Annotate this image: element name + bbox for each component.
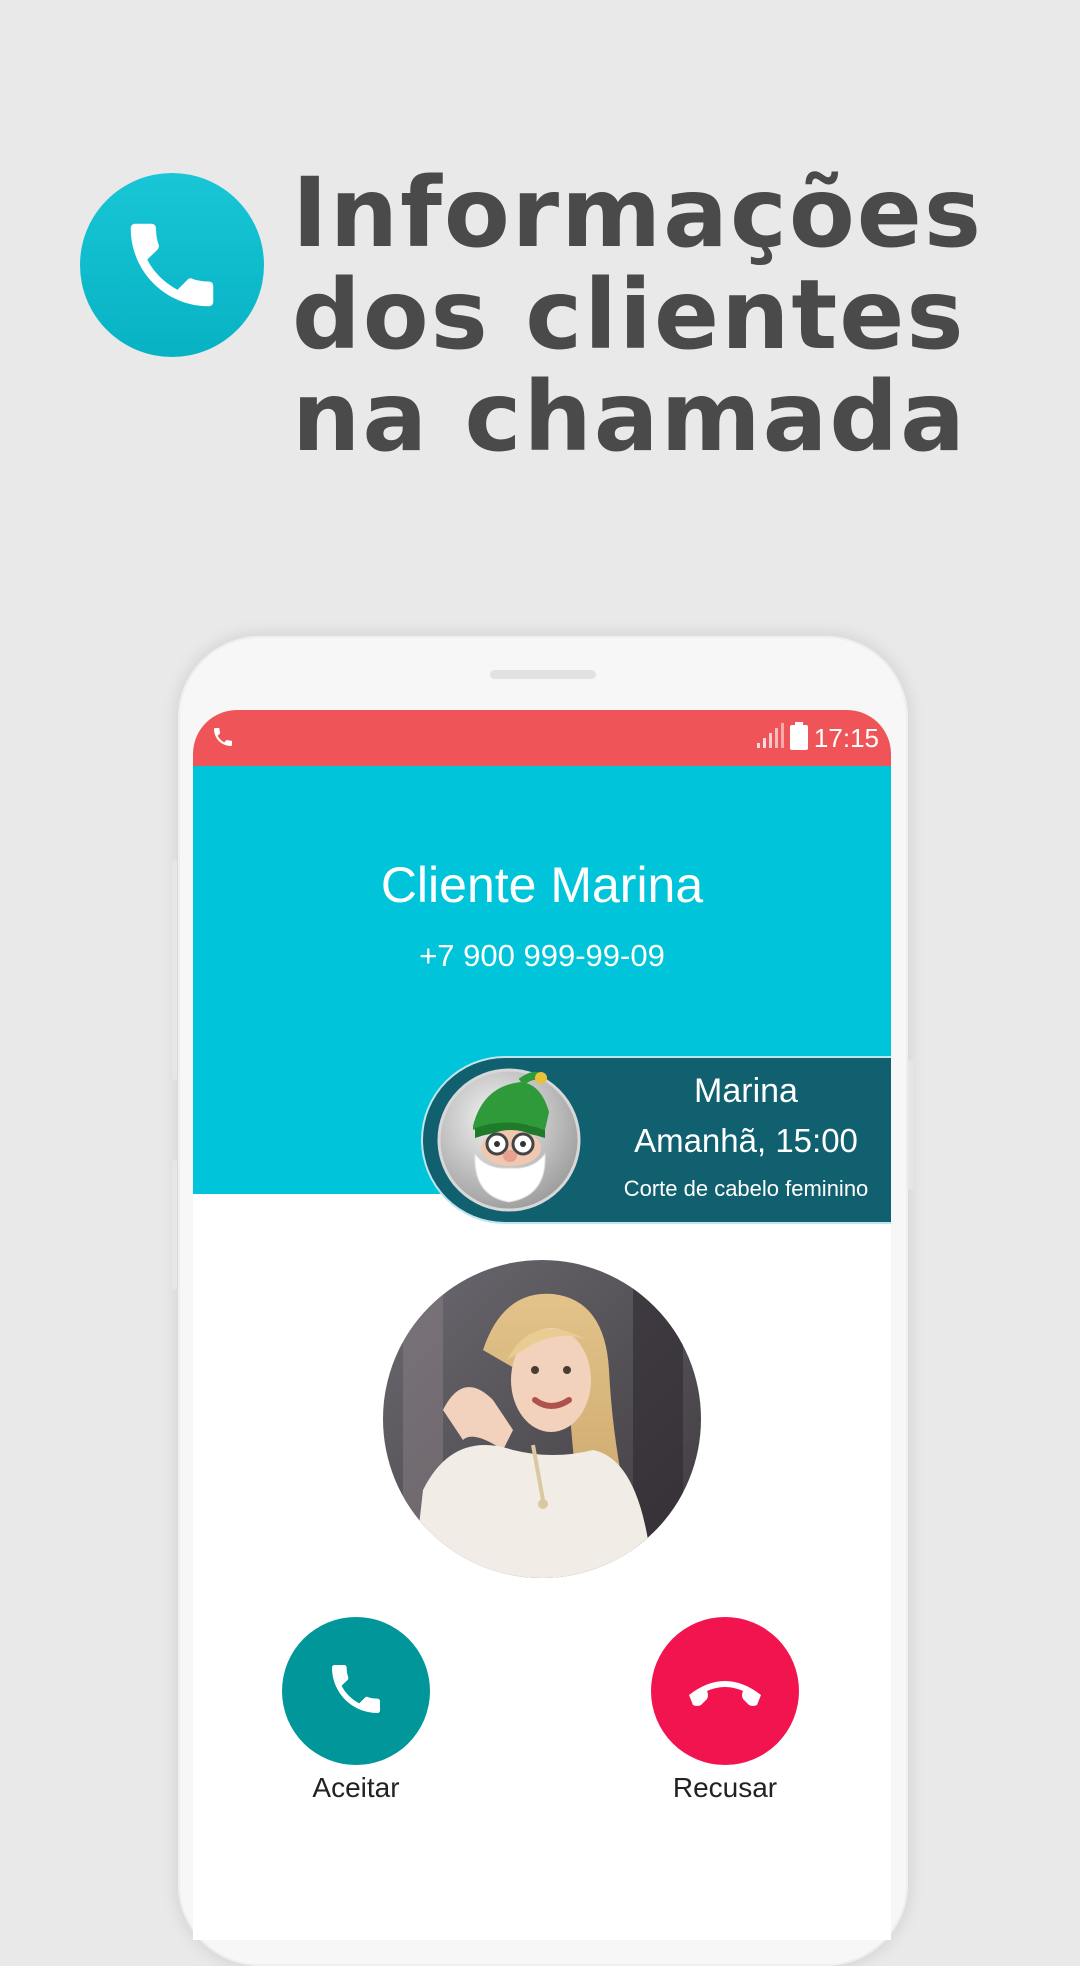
decline-call-button[interactable] [651,1617,799,1765]
client-info-card[interactable]: Marina Amanhã, 15:00 Corte de cabelo fem… [421,1056,891,1224]
promo-phone-icon [80,173,264,357]
accept-label: Aceitar [312,1772,400,1803]
phone-screen: 17:15 Cliente Marina +7 900 999-99-09 Ma… [193,710,891,1940]
phone-speaker [490,670,596,679]
gnome-avatar [437,1068,581,1212]
battery-icon [789,722,808,754]
appointment-time: Amanhã, 15:00 [634,1122,858,1159]
caller-photo [383,1260,701,1578]
promo-headline: Informações dos clientes na chamada [292,162,983,468]
client-name: Marina [694,1072,798,1110]
phone-side-button [172,1160,177,1290]
phone-power-button [908,1060,913,1190]
status-bar: 17:15 [193,710,891,766]
appointment-service: Corte de cabelo feminino [623,1176,869,1201]
status-phone-icon [211,725,235,753]
headline-line-1: Informações [292,157,984,269]
signal-icon [756,723,784,753]
hang-up-icon [685,1669,765,1713]
status-time: 17:15 [813,722,879,753]
headline-line-2: dos clientes [292,259,966,371]
phone-icon [324,1657,388,1725]
caller-name: Cliente Marina [380,857,704,913]
status-right-group: 17:15 [756,718,879,758]
decline-label: Recusar [672,1772,778,1803]
phone-volume-button [172,860,177,1080]
call-header: Cliente Marina +7 900 999-99-09 Marina A… [193,766,891,1224]
accept-call-button[interactable] [282,1617,430,1765]
caller-phone: +7 900 999-99-09 [419,938,665,973]
headline-line-3: na chamada [292,361,967,473]
